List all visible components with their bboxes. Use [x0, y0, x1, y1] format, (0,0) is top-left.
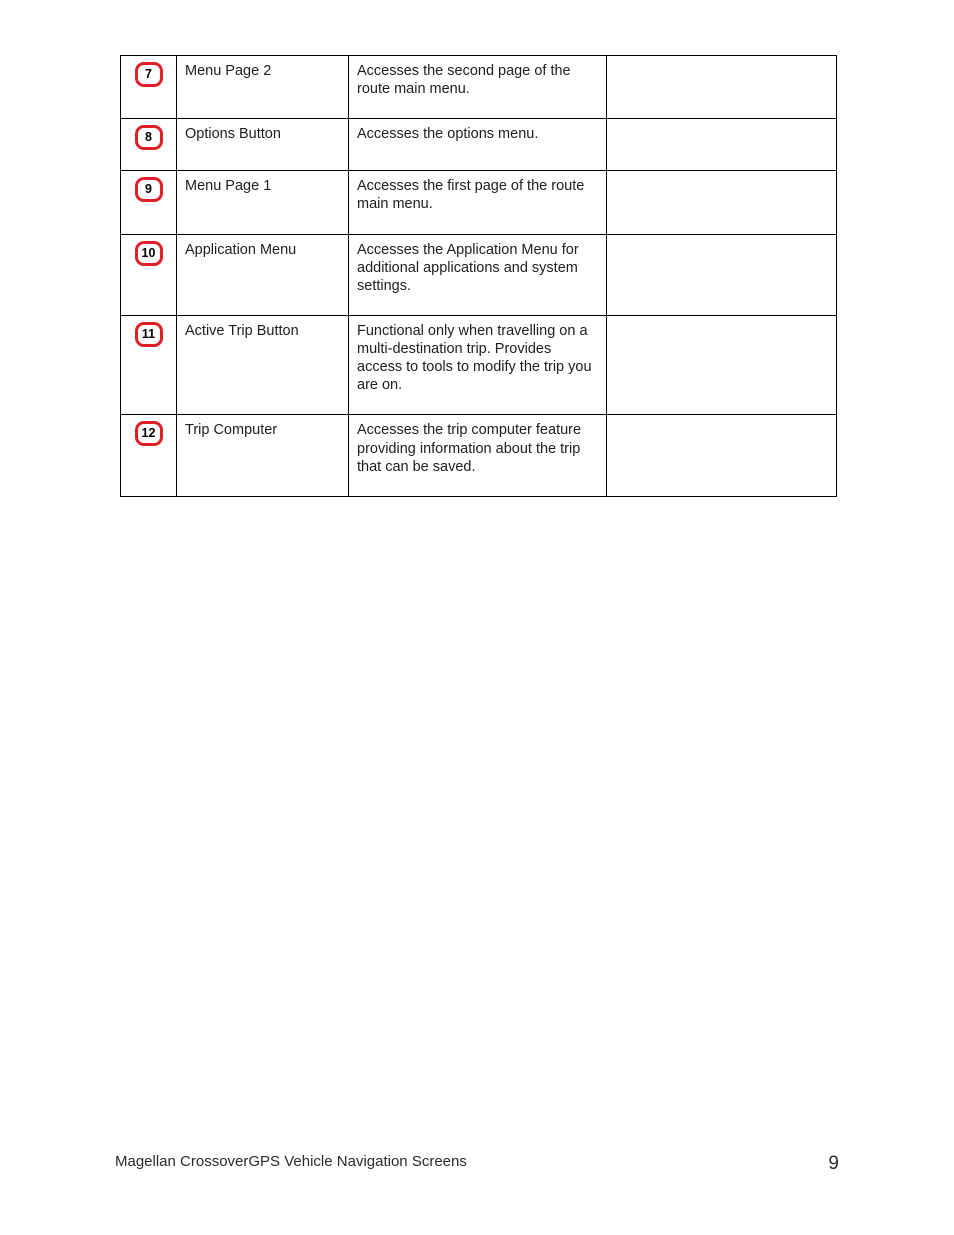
item-name: Active Trip Button: [177, 315, 349, 415]
footer-title: Magellan CrossoverGPS Vehicle Navigation…: [115, 1153, 467, 1175]
item-extra: [607, 56, 837, 119]
item-description: Accesses the first page of the route mai…: [349, 171, 607, 234]
item-extra: [607, 234, 837, 315]
table-row: 12 Trip Computer Accesses the trip compu…: [121, 415, 837, 496]
callout-badge: 12: [135, 421, 163, 446]
callout-badge: 10: [135, 241, 163, 266]
table-row: 9 Menu Page 1 Accesses the first page of…: [121, 171, 837, 234]
item-name: Application Menu: [177, 234, 349, 315]
callout-badge: 7: [135, 62, 163, 87]
item-extra: [607, 119, 837, 171]
item-description: Accesses the second page of the route ma…: [349, 56, 607, 119]
table-row: 10 Application Menu Accesses the Applica…: [121, 234, 837, 315]
reference-table: 7 Menu Page 2 Accesses the second page o…: [120, 55, 837, 497]
callout-badge: 11: [135, 322, 163, 347]
table-row: 8 Options Button Accesses the options me…: [121, 119, 837, 171]
item-description: Accesses the trip computer feature provi…: [349, 415, 607, 496]
item-description: Accesses the Application Menu for additi…: [349, 234, 607, 315]
item-name: Options Button: [177, 119, 349, 171]
item-extra: [607, 415, 837, 496]
page-footer: Magellan CrossoverGPS Vehicle Navigation…: [115, 1153, 839, 1175]
item-description: Accesses the options menu.: [349, 119, 607, 171]
page-number: 9: [828, 1153, 839, 1175]
item-extra: [607, 315, 837, 415]
table-row: 11 Active Trip Button Functional only wh…: [121, 315, 837, 415]
item-extra: [607, 171, 837, 234]
table-row: 7 Menu Page 2 Accesses the second page o…: [121, 56, 837, 119]
item-description: Functional only when travelling on a mul…: [349, 315, 607, 415]
callout-badge: 9: [135, 177, 163, 202]
item-name: Trip Computer: [177, 415, 349, 496]
callout-badge: 8: [135, 125, 163, 150]
item-name: Menu Page 2: [177, 56, 349, 119]
item-name: Menu Page 1: [177, 171, 349, 234]
